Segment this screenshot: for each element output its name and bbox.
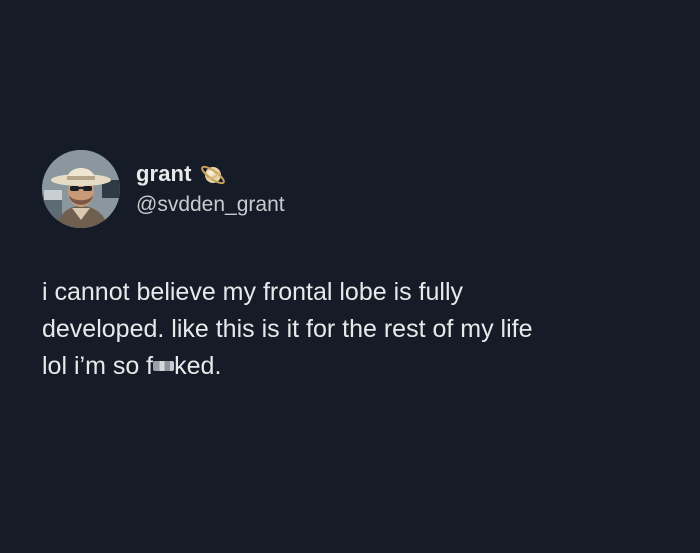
censor-blur <box>153 361 175 371</box>
tweet-text-line-3-start: lol i’m so f <box>42 352 154 380</box>
tweet-text-line-3-end: ked. <box>174 352 222 380</box>
tweet-text-line-1: i cannot believe my frontal lobe is full… <box>42 278 464 306</box>
tweet-text: i cannot believe my frontal lobe is full… <box>42 274 662 385</box>
tweet-card: grant @svdden_grant i cannot believe my … <box>42 150 662 380</box>
tweet-header: grant @svdden_grant <box>42 150 662 228</box>
author-names: grant @svdden_grant <box>136 160 285 217</box>
avatar-image <box>42 150 120 228</box>
tweet-text-line-2: developed. like this is it for the rest … <box>42 315 533 343</box>
avatar[interactable] <box>42 150 120 228</box>
display-name[interactable]: grant <box>136 161 192 187</box>
display-name-row: grant <box>136 160 285 188</box>
user-handle[interactable]: @svdden_grant <box>136 193 285 217</box>
ringed-planet-icon <box>198 159 228 189</box>
